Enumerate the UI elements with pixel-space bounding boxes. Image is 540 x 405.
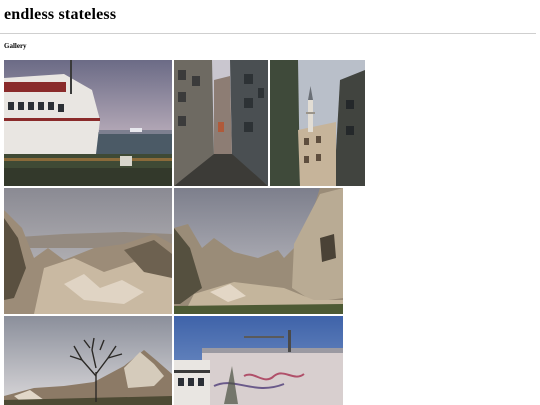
alley-photo-image	[174, 60, 268, 186]
ferry-photo-image	[4, 60, 172, 186]
gallery-photo-chimneys[interactable]	[174, 188, 343, 314]
gallery-photo-minaret[interactable]	[270, 60, 365, 186]
site-title[interactable]: endless stateless	[4, 6, 116, 24]
header-divider	[0, 33, 536, 34]
gallery-photo-building[interactable]	[174, 316, 343, 405]
gallery-photo-alley[interactable]	[174, 60, 268, 186]
gallery-photo-tree[interactable]	[4, 316, 172, 405]
building-photo-image	[174, 316, 343, 405]
tree-photo-image	[4, 316, 172, 405]
chimneys-photo-image	[174, 188, 343, 314]
valley-photo-image	[4, 188, 172, 314]
gallery-photo-valley[interactable]	[4, 188, 172, 314]
gallery-heading: Gallery	[4, 42, 27, 50]
minaret-photo-image	[270, 60, 365, 186]
gallery-photo-ferry[interactable]	[4, 60, 172, 186]
